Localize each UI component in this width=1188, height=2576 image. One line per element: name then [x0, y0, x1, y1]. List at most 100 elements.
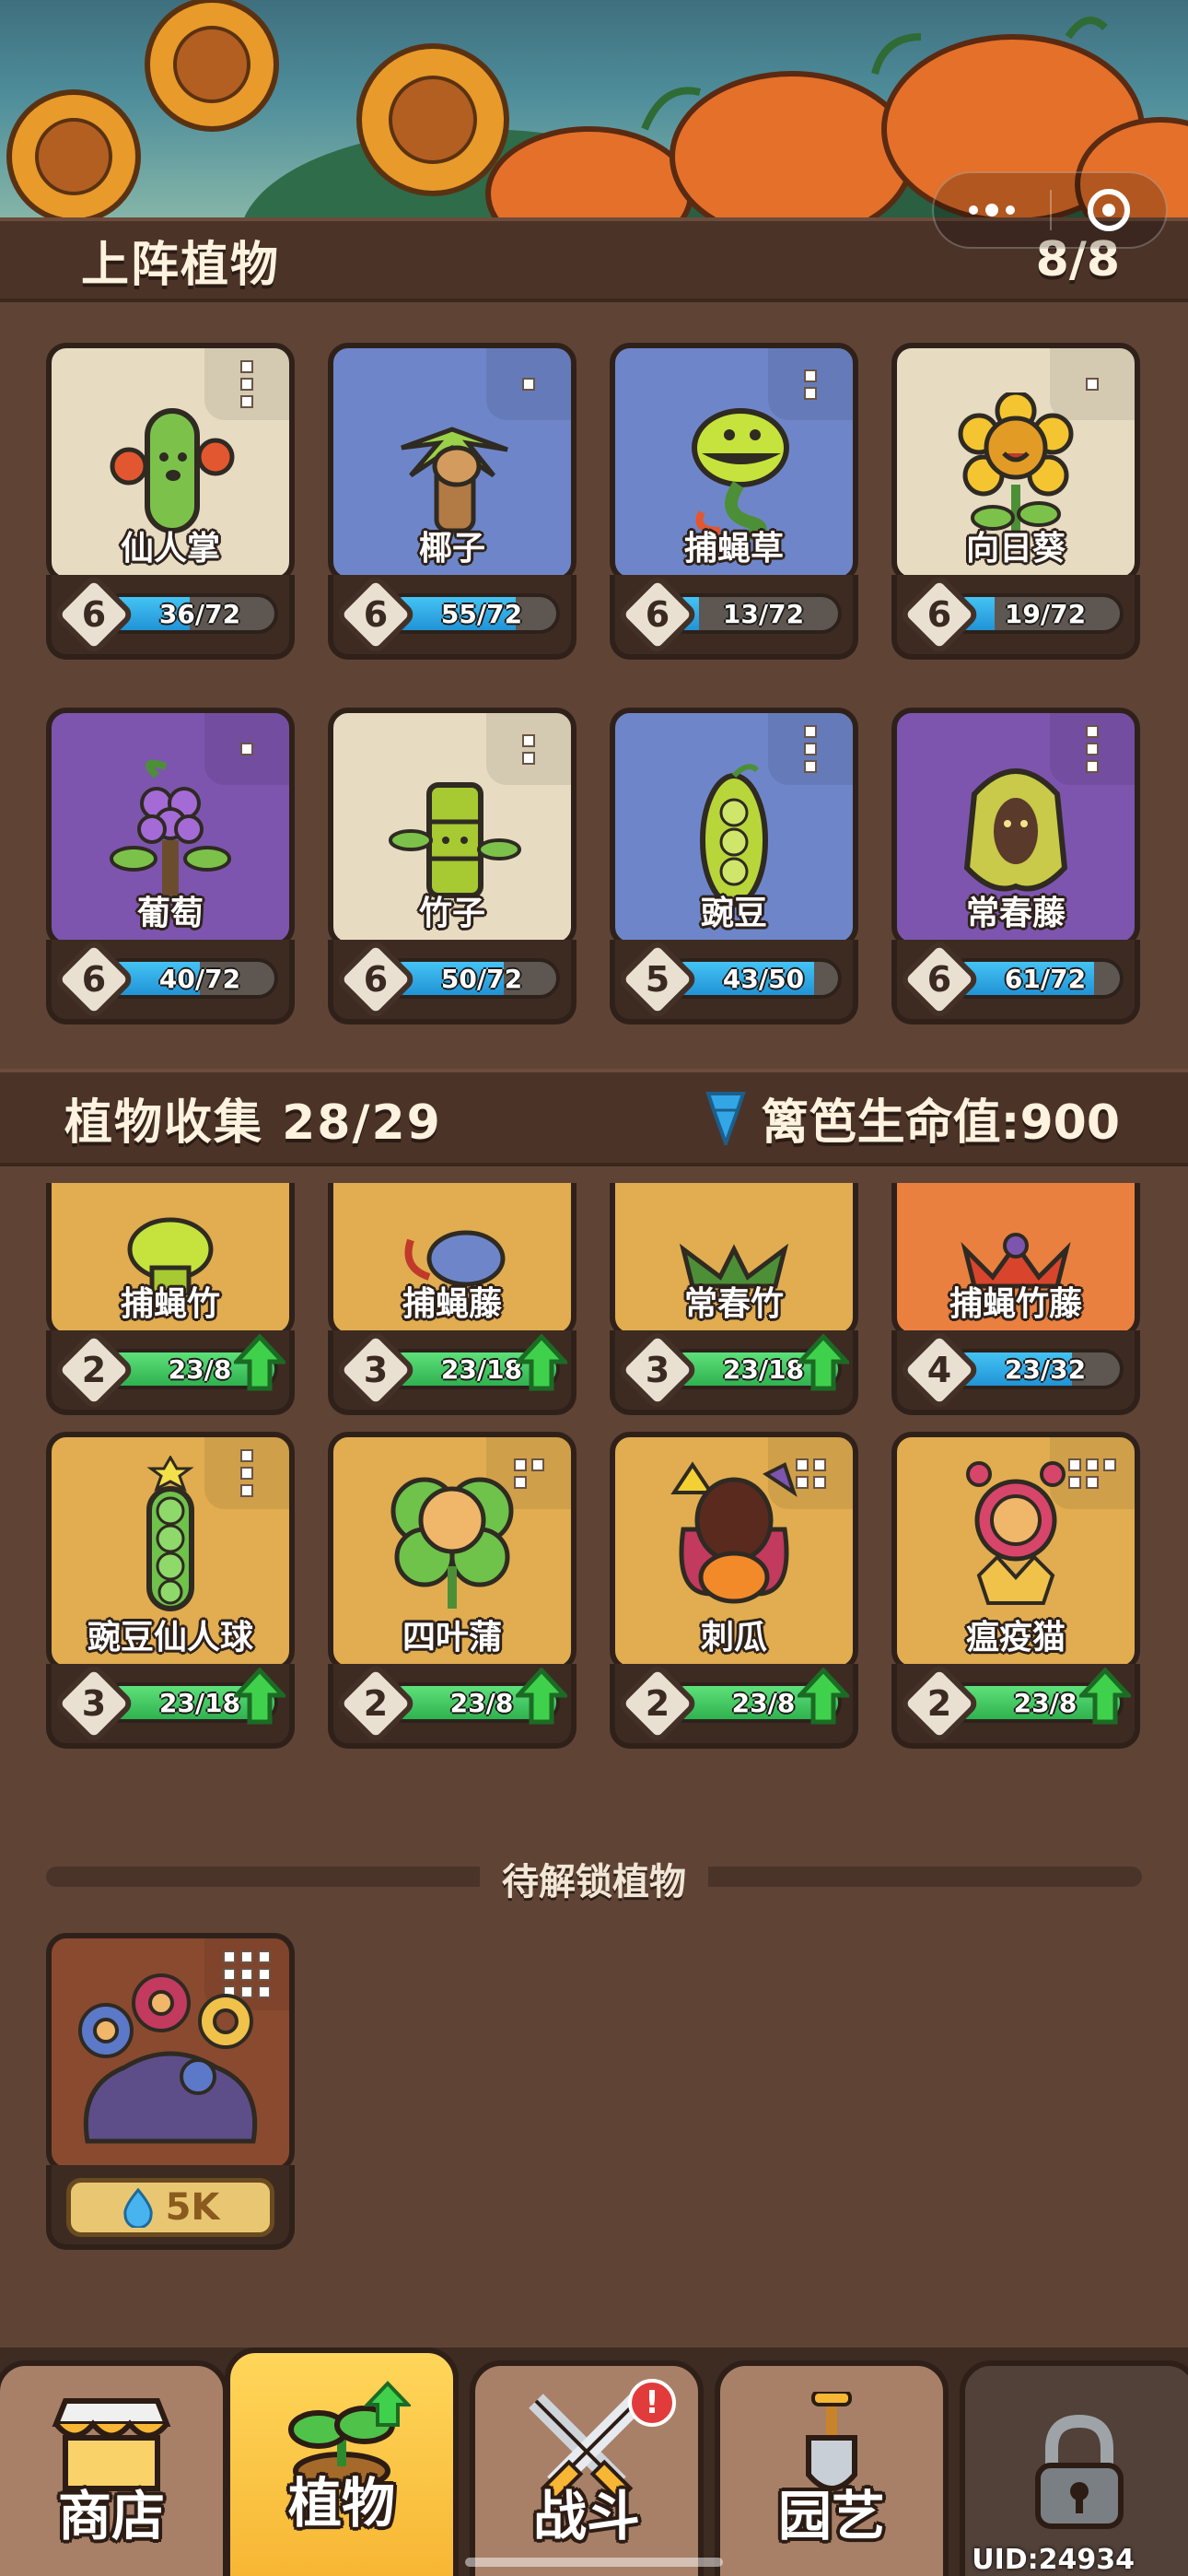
- collection-panel: 捕蝇竹 23/8 2 捕蝇藤 23/18 3 常春竹 23/18 3 捕蝇竹藤 …: [0, 1166, 1188, 2348]
- card-art: 捕蝇藤: [328, 1183, 577, 1338]
- level-text: 5: [645, 959, 670, 1000]
- card-art: 捕蝇草: [610, 343, 858, 582]
- fence-hp-text: 篱笆生命值:900: [761, 1095, 1120, 1151]
- upgrade-arrow-icon: [234, 1668, 285, 1725]
- card-art: 葡萄: [46, 708, 295, 947]
- plague-cat-icon: [966, 1461, 1066, 1605]
- level-text: 6: [363, 594, 389, 635]
- plant-name: 仙人掌: [120, 530, 220, 568]
- tab-label: 园艺: [777, 2485, 885, 2547]
- plant-name: 向日葵: [965, 530, 1066, 568]
- card-art: 常春竹: [610, 1183, 858, 1338]
- pea-cactus-icon: [146, 1456, 194, 1611]
- fence-hp: 篱笆生命值:900: [701, 1083, 1120, 1153]
- collection-card-flycatcher-bamboo[interactable]: 捕蝇竹 23/8 2: [46, 1183, 295, 1415]
- lineup-card-pea[interactable]: 豌豆 43/50 5: [610, 708, 858, 1025]
- plant-name: 捕蝇藤: [402, 1285, 502, 1323]
- locked-plant-card[interactable]: 5K: [46, 1933, 295, 2250]
- plant-name: 豌豆仙人球: [87, 1619, 253, 1657]
- unlock-price: 5K: [165, 2186, 220, 2229]
- plant-name: 瘟疫猫: [965, 1619, 1066, 1657]
- lineup-panel: 仙人掌 36/72 6 椰子 55/72 6 捕蝇草 13/72 6 向日葵 1…: [0, 302, 1188, 1069]
- locked-section-title: 待解锁植物: [0, 1852, 1188, 1905]
- ivy-icon: [963, 768, 1068, 892]
- target-icon: [1087, 189, 1130, 231]
- lineup-card-cactus[interactable]: 仙人掌 36/72 6: [46, 343, 295, 660]
- upgrade-arrow-icon: [798, 1334, 849, 1391]
- card-art: 竹子: [328, 708, 577, 947]
- upgrade-arrow-icon: [798, 1668, 849, 1725]
- lineup-card-sunflower[interactable]: 向日葵 19/72 6: [891, 343, 1140, 660]
- collection-title: 植物收集 28/29: [64, 1095, 442, 1151]
- level-text: 6: [81, 959, 107, 1000]
- level-text: 4: [926, 1350, 952, 1390]
- level-text: 3: [645, 1350, 670, 1390]
- plant-name: 捕蝇草: [683, 530, 784, 568]
- collection-card-flycatcher-bamboo-vine[interactable]: 捕蝇竹藤 23/32 4: [891, 1183, 1140, 1415]
- more-menu-button[interactable]: [934, 173, 1050, 247]
- card-art: 向日葵: [891, 343, 1140, 582]
- upgrade-arrow-icon: [516, 1668, 567, 1725]
- tab-gardening[interactable]: 园艺: [715, 2360, 949, 2576]
- plant-name: 常春竹: [683, 1285, 784, 1323]
- level-text: 3: [363, 1350, 389, 1390]
- plant-name: 捕蝇竹: [120, 1285, 220, 1323]
- card-art: 豌豆仙人球: [46, 1432, 295, 1671]
- home-indicator[interactable]: [465, 2558, 723, 2567]
- user-id: UID:24934: [972, 2544, 1135, 2576]
- battle-alert-badge: !: [628, 2379, 676, 2427]
- plant-name: 常春藤: [965, 895, 1066, 932]
- locked-section-title-text: 待解锁植物: [480, 1861, 708, 1903]
- coconut-icon: [401, 427, 508, 533]
- collection-card-thorn-melon[interactable]: 刺瓜 23/8 2: [610, 1432, 858, 1749]
- tab-label: 植物: [287, 2472, 395, 2535]
- crystal-icon: [705, 1092, 746, 1145]
- plant-name: 椰子: [418, 530, 485, 568]
- card-art: 仙人掌: [46, 343, 295, 582]
- upgrade-arrow-icon: [516, 1334, 567, 1391]
- locked-plant-icon: [78, 1973, 258, 2144]
- level-text: 6: [645, 594, 670, 635]
- lock-icon: [1035, 2414, 1124, 2529]
- collection-card-four-leaf[interactable]: 四叶蒲 23/8 2: [328, 1432, 577, 1749]
- tab-label: 商店: [57, 2485, 165, 2547]
- level-text: 6: [363, 959, 389, 1000]
- collection-card-flycatcher-vine[interactable]: 捕蝇藤 23/18 3: [328, 1183, 577, 1415]
- lineup-card-flytrap[interactable]: 捕蝇草 13/72 6: [610, 343, 858, 660]
- upgrade-arrow-icon: [234, 1334, 285, 1391]
- lineup-card-bamboo[interactable]: 竹子 50/72 6: [328, 708, 577, 1025]
- flytrap-icon: [692, 408, 789, 540]
- card-art: 刺瓜: [610, 1432, 858, 1671]
- card-art: 捕蝇竹藤: [891, 1183, 1140, 1338]
- lineup-card-coconut[interactable]: 椰子 55/72 6: [328, 343, 577, 660]
- bottom-tab-bar: 商店 植物 ! 战斗 园艺 UID:24934: [0, 2348, 1188, 2576]
- tab-plants[interactable]: 植物: [225, 2348, 459, 2576]
- bamboo-icon: [389, 782, 521, 898]
- level-text: 2: [363, 1683, 389, 1724]
- water-drop-icon: [122, 2187, 153, 2228]
- close-miniprogram-button[interactable]: [1052, 173, 1166, 247]
- cactus-icon: [110, 408, 235, 533]
- lineup-title: 上阵植物: [81, 237, 281, 293]
- four-leaf-icon: [390, 1477, 514, 1609]
- card-art: 常春藤: [891, 708, 1140, 947]
- thorn-melon-icon: [670, 1461, 798, 1604]
- plant-name: 竹子: [418, 895, 485, 932]
- plant-name: 刺瓜: [700, 1619, 767, 1657]
- lineup-card-grape[interactable]: 葡萄 40/72 6: [46, 708, 295, 1025]
- card-art: 捕蝇竹: [46, 1183, 295, 1338]
- card-art: 椰子: [328, 343, 577, 582]
- tab-label: 战斗: [532, 2485, 640, 2547]
- sunflower-icon: [958, 392, 1074, 538]
- plant-name: 捕蝇竹藤: [949, 1285, 1082, 1323]
- collection-card-pea-cactus[interactable]: 豌豆仙人球 23/18 3: [46, 1432, 295, 1749]
- card-art: 豌豆: [610, 708, 858, 947]
- tab-battle[interactable]: ! 战斗: [470, 2360, 704, 2576]
- lineup-card-ivy[interactable]: 常春藤 61/72 6: [891, 708, 1140, 1025]
- card-art: 四叶蒲: [328, 1432, 577, 1671]
- unlock-price-button[interactable]: 5K: [66, 2178, 274, 2237]
- collection-card-ivy-bamboo[interactable]: 常春竹 23/18 3: [610, 1183, 858, 1415]
- level-text: 6: [926, 959, 952, 1000]
- tab-shop[interactable]: 商店: [0, 2360, 228, 2576]
- collection-card-plague-cat[interactable]: 瘟疫猫 23/8 2: [891, 1432, 1140, 1749]
